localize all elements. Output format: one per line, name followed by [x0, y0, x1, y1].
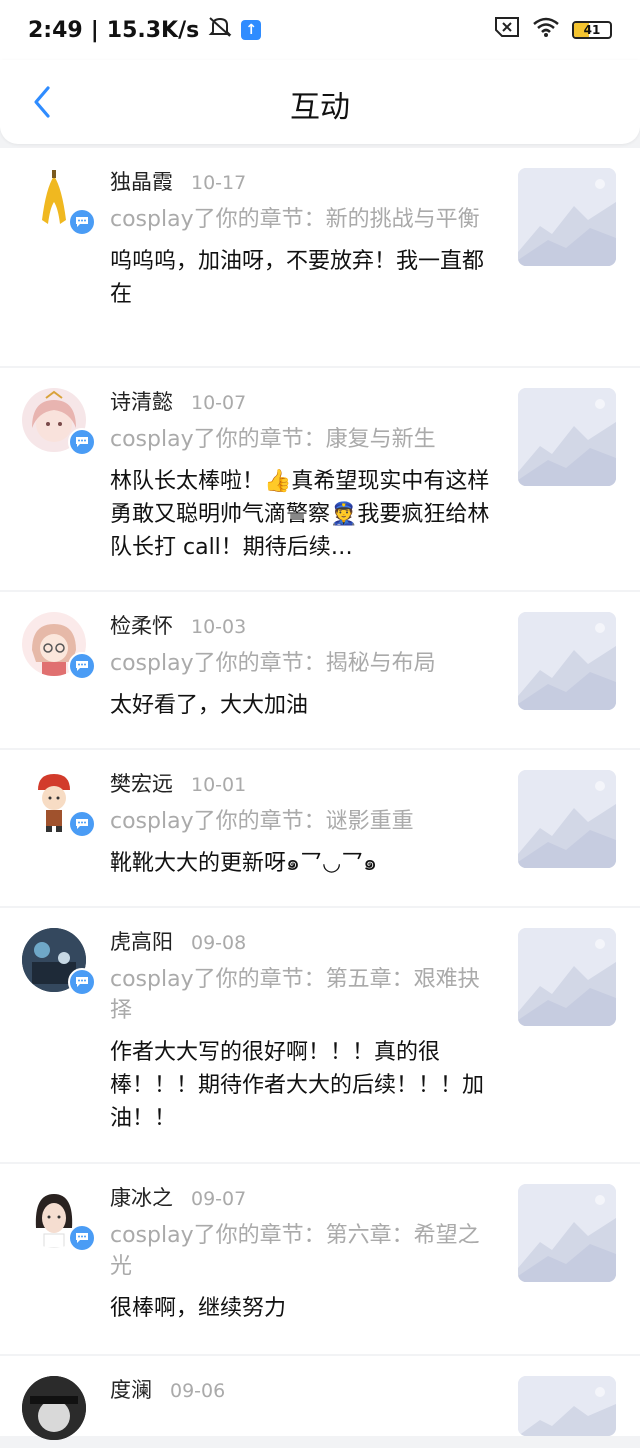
chapter-reference[interactable]: cosplay了你的章节：谜影重重: [110, 806, 490, 837]
avatar[interactable]: [22, 1184, 96, 1256]
chapter-reference[interactable]: cosplay了你的章节：康复与新生: [110, 424, 490, 455]
comment-badge-icon: [68, 968, 96, 996]
comment-text: 作者大大写的很好啊！！！真的很棒！！！期待作者大大的后续！！！加油！！: [110, 1040, 485, 1131]
avatar[interactable]: [22, 770, 96, 842]
comment-text: 太好看了，大大加油: [110, 693, 309, 718]
comment-badge-icon: [68, 1224, 96, 1252]
chapter-reference[interactable]: cosplay了你的章节：第五章：艰难抉择: [110, 964, 490, 1026]
avatar[interactable]: [22, 168, 96, 240]
user-name[interactable]: 检柔怀: [110, 610, 173, 640]
avatar[interactable]: [22, 612, 96, 684]
user-name[interactable]: 诗清懿: [110, 386, 173, 416]
list-item[interactable]: 检柔怀 10-03 cosplay了你的章节：揭秘与布局 太好看了，大大加油: [0, 592, 640, 748]
status-left: 2:49 | 15.3K/s ↑: [28, 15, 262, 45]
comment-date: 10-17: [191, 172, 247, 194]
wifi-icon: [532, 16, 560, 44]
chapter-thumbnail[interactable]: [518, 1184, 616, 1282]
mountain-placeholder-icon: [518, 1376, 616, 1436]
mountain-placeholder-icon: [518, 770, 616, 868]
avatar[interactable]: [22, 388, 96, 460]
user-name[interactable]: 康冰之: [110, 1182, 173, 1212]
comment-badge-icon: [68, 428, 96, 456]
avatar[interactable]: [22, 1376, 94, 1448]
chapter-reference[interactable]: cosplay了你的章节：第六章：希望之光: [110, 1220, 490, 1282]
comment-text: 呜呜呜，加油呀，不要放弃！我一直都在: [110, 249, 485, 307]
battery-level: 41: [583, 23, 601, 37]
mountain-placeholder-icon: [518, 168, 616, 266]
chapter-thumbnail[interactable]: [518, 770, 616, 868]
chapter-reference[interactable]: cosplay了你的章节：揭秘与布局: [110, 648, 490, 679]
comment-badge-icon: [68, 810, 96, 838]
network-speed: 15.3K/s: [106, 17, 200, 43]
page-title: 互动: [290, 90, 350, 125]
user-name[interactable]: 樊宏远: [110, 768, 173, 798]
sim-off-icon: [494, 16, 520, 44]
mountain-placeholder-icon: [518, 1184, 616, 1282]
status-time: 2:49: [28, 17, 83, 43]
avatar[interactable]: [22, 928, 96, 1000]
chapter-thumbnail[interactable]: [518, 388, 616, 486]
upload-icon: ↑: [241, 20, 262, 40]
interaction-list: 独晶霞 10-17 cosplay了你的章节：新的挑战与平衡 呜呜呜，加油呀，不…: [0, 148, 640, 1440]
list-item[interactable]: 樊宏远 10-01 cosplay了你的章节：谜影重重 靴靴大大的更新呀๑乛◡乛…: [0, 750, 640, 906]
comment-text: 林队长太棒啦！👍真希望现实中有这样勇敢又聪明帅气滴警察👮我要疯狂给林队长打 ca…: [110, 469, 490, 560]
comment-date: 09-07: [191, 1188, 247, 1210]
comment-badge-icon: [68, 208, 96, 236]
mountain-placeholder-icon: [518, 612, 616, 710]
comment-date: 09-08: [191, 932, 247, 954]
mute-icon: [207, 15, 233, 45]
comment-text: 靴靴大大的更新呀๑乛◡乛๑: [110, 851, 378, 876]
status-divider: |: [90, 17, 99, 43]
status-right: 41: [494, 16, 612, 44]
list-item[interactable]: 独晶霞 10-17 cosplay了你的章节：新的挑战与平衡 呜呜呜，加油呀，不…: [0, 148, 640, 366]
battery-icon: 41: [572, 21, 612, 39]
status-bar: 2:49 | 15.3K/s ↑ 41: [0, 0, 640, 60]
mountain-placeholder-icon: [518, 928, 616, 1026]
dark-avatar-icon: [22, 1376, 86, 1440]
list-item[interactable]: 虎高阳 09-08 cosplay了你的章节：第五章：艰难抉择 作者大大写的很好…: [0, 908, 640, 1162]
comment-badge-icon: [68, 652, 96, 680]
chapter-reference[interactable]: cosplay了你的章节：新的挑战与平衡: [110, 204, 490, 235]
chapter-thumbnail[interactable]: [518, 168, 616, 266]
comment-date: 10-07: [191, 392, 247, 414]
chapter-thumbnail[interactable]: [518, 1376, 616, 1436]
comment-date: 10-01: [191, 774, 247, 796]
comment-text: 很棒啊，继续努力: [110, 1296, 287, 1321]
user-name[interactable]: 度澜: [110, 1374, 152, 1404]
list-item[interactable]: 度澜 09-06: [0, 1356, 640, 1440]
list-item[interactable]: 诗清懿 10-07 cosplay了你的章节：康复与新生 林队长太棒啦！👍真希望…: [0, 368, 640, 590]
chapter-thumbnail[interactable]: [518, 612, 616, 710]
user-name[interactable]: 虎高阳: [110, 926, 173, 956]
mountain-placeholder-icon: [518, 388, 616, 486]
page-header: 互动: [0, 60, 640, 144]
comment-date: 09-06: [170, 1380, 226, 1402]
list-item[interactable]: 康冰之 09-07 cosplay了你的章节：第六章：希望之光 很棒啊，继续努力: [0, 1164, 640, 1354]
chapter-thumbnail[interactable]: [518, 928, 616, 1026]
comment-date: 10-03: [191, 616, 247, 638]
user-name[interactable]: 独晶霞: [110, 166, 173, 196]
